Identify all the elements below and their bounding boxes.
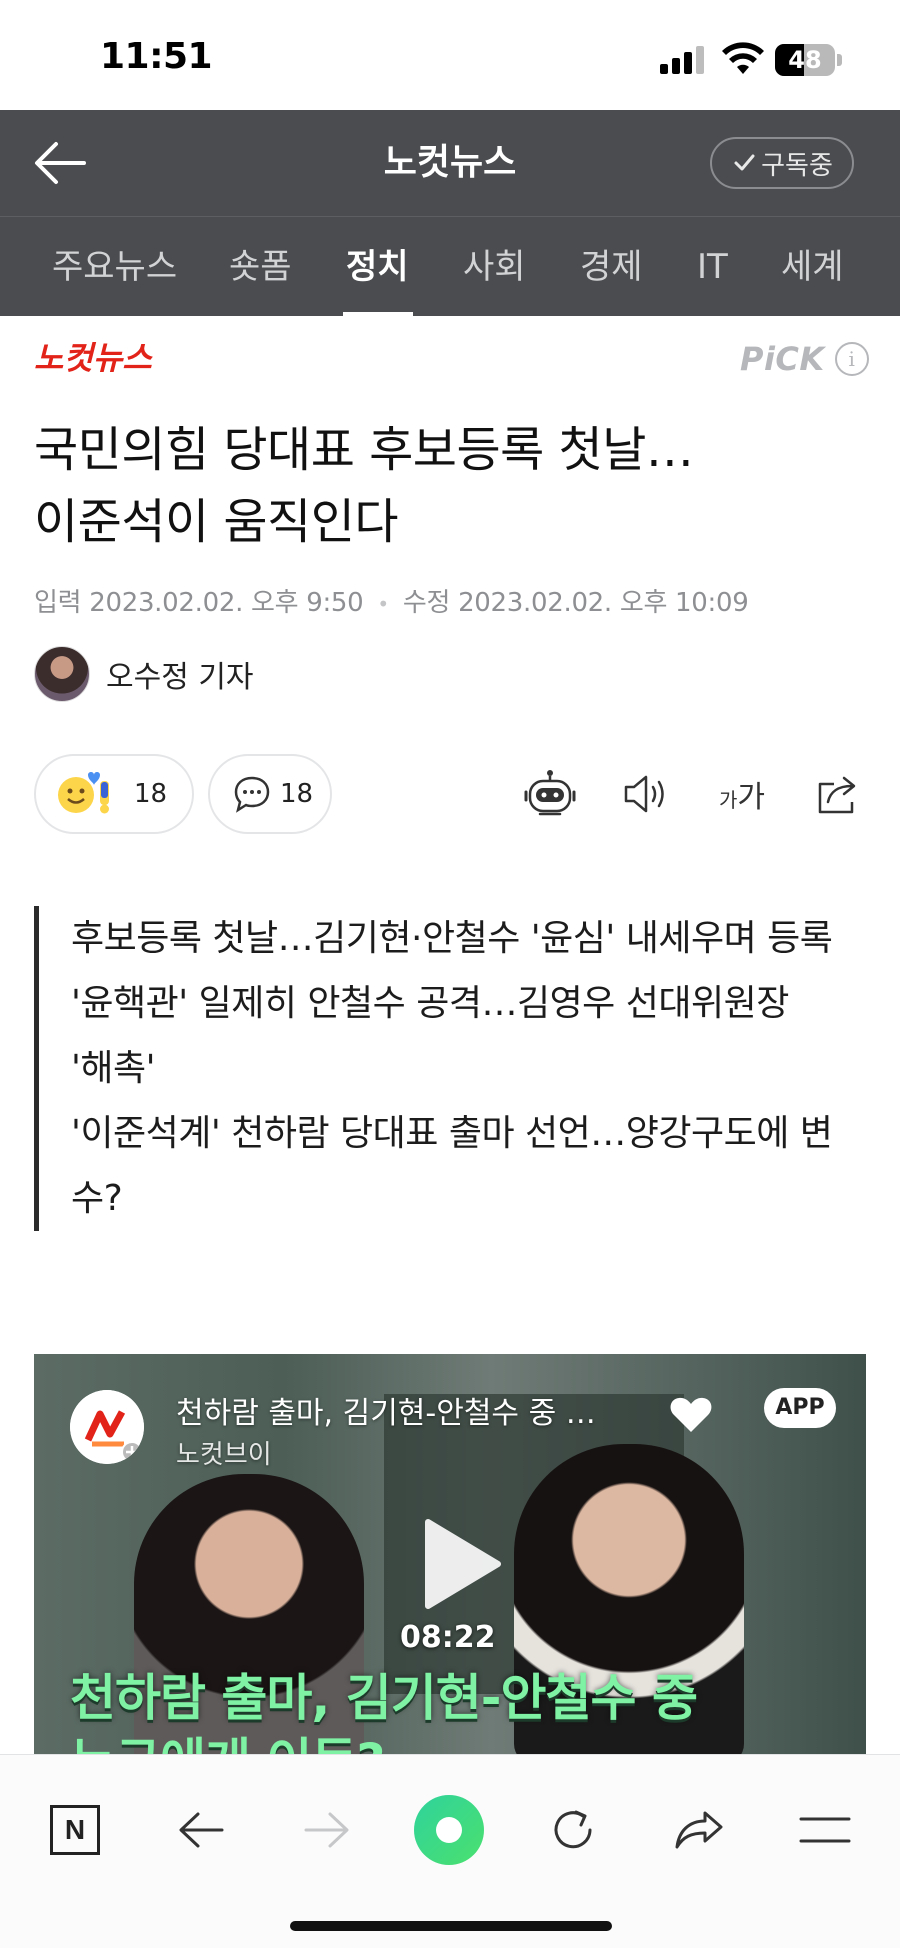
back-button[interactable] (30, 136, 90, 190)
tab-main-news[interactable]: 주요뉴스 (52, 217, 177, 316)
home-button[interactable]: N (40, 1795, 110, 1865)
emoji-reaction-icon (58, 772, 109, 814)
info-icon: i (834, 342, 869, 376)
nav-forward-button[interactable] (292, 1795, 362, 1865)
arrow-right-icon (304, 1812, 349, 1848)
refresh-button[interactable] (538, 1795, 608, 1865)
heart-icon[interactable] (668, 1392, 714, 1438)
reaction-button[interactable]: 18 (34, 754, 194, 834)
press-logo[interactable]: 노컷뉴스 (34, 333, 174, 389)
tab-economy[interactable]: 경제 (580, 217, 643, 316)
share-icon (818, 776, 856, 814)
title-line-1: 국민의힘 당대표 후보등록 첫날… (34, 422, 694, 478)
reporter-name: 오수정 기자 (106, 660, 254, 695)
naver-n-icon: N (50, 1805, 100, 1855)
home-indicator (290, 1921, 612, 1931)
pick-label: PiCK (740, 340, 825, 378)
play-icon[interactable] (414, 1514, 504, 1614)
active-tab-indicator (343, 312, 413, 316)
battery-icon: 48 (775, 44, 843, 76)
tab-politics[interactable]: 정치 (346, 217, 409, 316)
arrow-left-icon (35, 142, 86, 184)
share-arrow-icon (675, 1811, 723, 1849)
nav-share-button[interactable] (664, 1795, 734, 1865)
app-header: 노컷뉴스 구독중 (0, 110, 900, 216)
green-dot-icon (414, 1795, 484, 1865)
tab-shortform[interactable]: 숏폼 (229, 217, 292, 316)
channel-logo[interactable] (70, 1390, 144, 1464)
tab-world[interactable]: 세계 (781, 217, 844, 316)
summary-line: '이준석계' 천하람 당대표 출마 선언…양강구도에 변수? (71, 1113, 833, 1219)
summary-bot-button[interactable] (522, 766, 578, 822)
font-size-button[interactable]: 가가 (714, 766, 770, 822)
reporter-avatar (34, 646, 90, 702)
video-duration: 08:22 (400, 1620, 496, 1655)
article-dates: 입력 2023.02.02. 오후 9:50 • 수정 2023.02.02. … (34, 588, 749, 618)
summary-line: '윤핵관' 일제히 안철수 공격…김영우 선대위원장 '해촉' (71, 983, 789, 1089)
video-caption-line-1: 천하람 출마, 김기현-안철수 중 (70, 1669, 698, 1727)
comment-button[interactable]: 18 (208, 754, 332, 834)
reaction-count: 18 (134, 779, 168, 809)
nav-back-button[interactable] (166, 1795, 236, 1865)
summary-line: 후보등록 첫날…김기현·안철수 '윤심' 내세우며 등록 (71, 918, 833, 959)
robot-icon (524, 770, 576, 816)
input-time: 2023.02.02. 오후 9:50 (89, 588, 364, 618)
status-time: 11:51 (100, 36, 213, 77)
video-title[interactable]: 천하람 출마, 김기현-안철수 중 누구에게 이득? (176, 1388, 596, 1432)
signal-icon (660, 44, 706, 74)
edit-label: 수정 (402, 588, 451, 618)
subscribe-label: 구독중 (761, 150, 833, 181)
tab-society[interactable]: 사회 (463, 217, 526, 316)
title-line-2: 이준석이 움직인다 (34, 494, 399, 550)
video-caption-line-2: 누구에게 이득? (70, 1722, 385, 1754)
bottom-navigation: N (0, 1754, 900, 1948)
arrow-left-icon (179, 1812, 224, 1848)
battery-level: 48 (788, 46, 822, 74)
reporter[interactable]: 오수정 기자 (34, 646, 254, 702)
category-tabs: 주요뉴스 숏폼 정치 사회 경제 IT 세계 (0, 216, 900, 316)
speech-bubble-icon (234, 776, 270, 813)
wifi-icon (722, 42, 764, 74)
video-channel[interactable]: 노컷브이 (176, 1434, 272, 1471)
menu-button[interactable] (790, 1795, 860, 1865)
speaker-icon (624, 775, 664, 813)
subscribe-button[interactable]: 구독중 (710, 137, 854, 189)
menu-icon (799, 1817, 851, 1843)
app-badge[interactable]: APP (764, 1388, 836, 1428)
article-summary: 후보등록 첫날…김기현·안철수 '윤심' 내세우며 등록 '윤핵관' 일제히 안… (34, 906, 834, 1231)
share-button[interactable] (810, 766, 866, 822)
article-title: 국민의힘 당대표 후보등록 첫날… 이준석이 움직인다 (34, 414, 864, 558)
font-size-icon: 가가 (718, 780, 765, 815)
tts-button[interactable] (618, 766, 674, 822)
pick-badge[interactable]: PiCK i (740, 340, 869, 378)
edit-time: 2023.02.02. 오후 10:09 (458, 588, 749, 618)
input-label: 입력 (34, 588, 82, 618)
refresh-icon (554, 1810, 592, 1849)
press-logo-text: 노컷뉴스 (34, 339, 153, 377)
video-player[interactable]: 천하람 출마, 김기현-안철수 중 누구에게 이득? 노컷브이 APP 08:2… (34, 1354, 866, 1754)
status-bar: 11:51 48 (0, 0, 900, 110)
comment-count: 18 (280, 779, 314, 809)
tab-it[interactable]: IT (697, 217, 728, 316)
green-dot-button[interactable] (414, 1795, 484, 1865)
check-icon (734, 154, 755, 171)
